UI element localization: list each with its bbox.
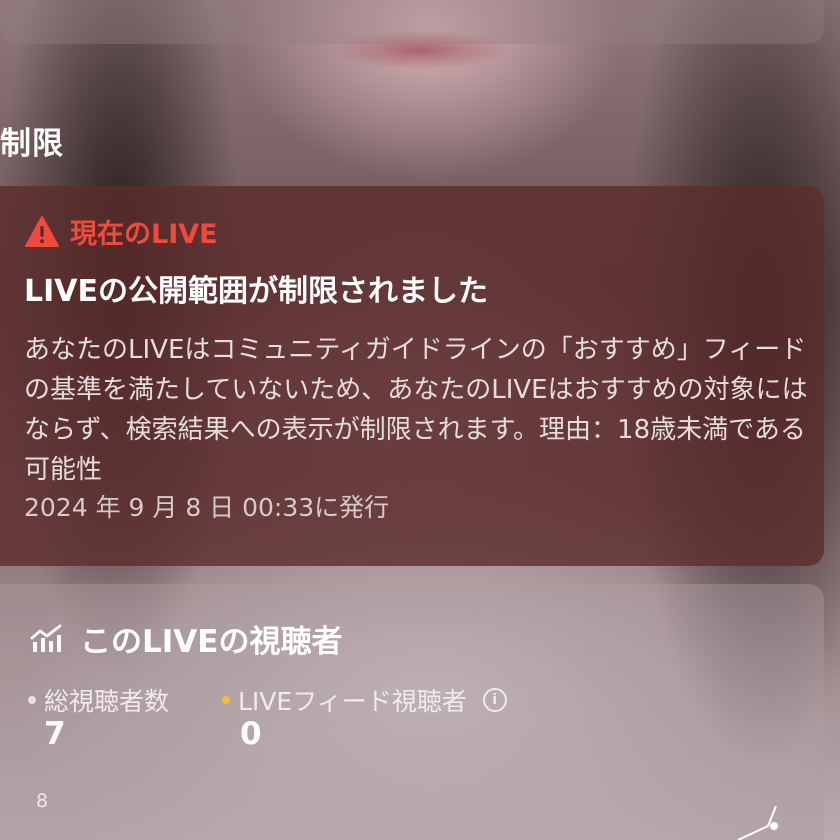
- warning-triangle-icon: [25, 215, 59, 247]
- alert-issued-date: 2024 年 9 月 8 日 00:33に発行: [24, 493, 390, 522]
- info-icon[interactable]: i: [482, 688, 507, 712]
- total-viewers-value: 7: [44, 716, 66, 752]
- viewers-line-chart: [737, 805, 778, 840]
- total-viewers-dot: [28, 696, 36, 704]
- chart-point: [770, 822, 778, 830]
- alert-description: あなたのLIVEはコミュニティガイドラインの「おすすめ」フィードの基準を満たして…: [24, 335, 808, 485]
- previous-card: [0, 0, 824, 44]
- analytics-chart-icon: [30, 624, 62, 652]
- viewers-header: このLIVEの視聴者: [30, 616, 342, 661]
- alert-status-label: 現在のLIVE: [70, 219, 218, 250]
- total-viewers-metric: 総視聴者数: [28, 682, 169, 718]
- section-title: 制限: [0, 126, 64, 162]
- viewers-title: このLIVEの視聴者: [80, 624, 343, 660]
- alert-header: 現在のLIVE: [24, 212, 218, 251]
- feed-viewers-metric: LIVEフィード視聴者 i: [222, 682, 507, 718]
- feed-viewers-label: LIVEフィード視聴者: [238, 687, 467, 716]
- total-viewers-label: 総視聴者数: [44, 687, 170, 716]
- chart-axis-tick-label: 8: [36, 790, 49, 812]
- feed-viewers-value: 0: [240, 716, 262, 752]
- feed-viewers-dot: [222, 696, 230, 704]
- alert-title: LIVEの公開範囲が制限されました: [24, 274, 488, 309]
